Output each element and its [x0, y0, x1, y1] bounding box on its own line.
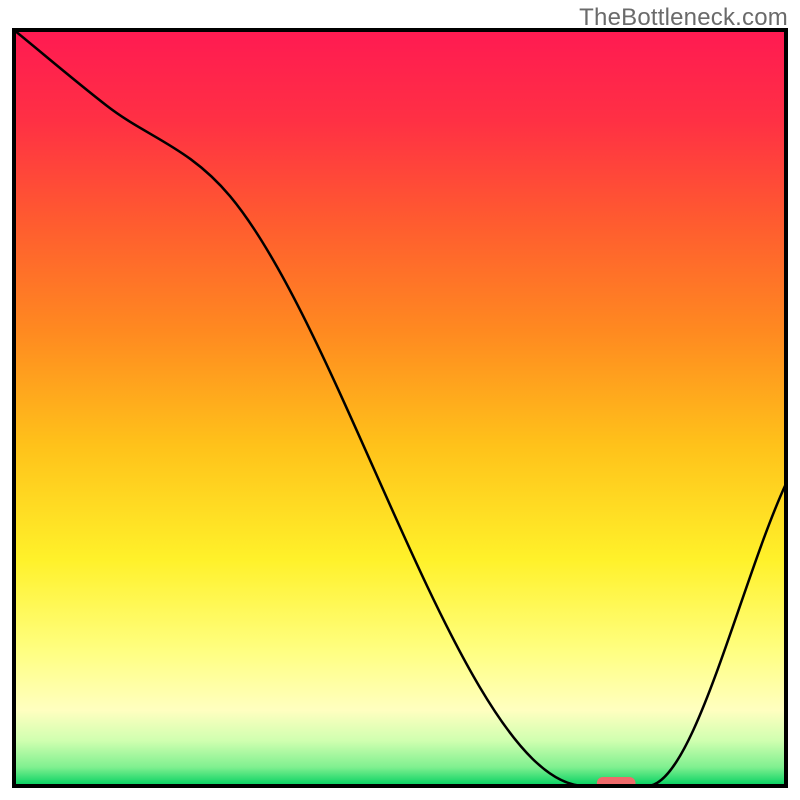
bottleneck-chart — [0, 0, 800, 800]
chart-container: TheBottleneck.com — [0, 0, 800, 800]
watermark-text: TheBottleneck.com — [579, 4, 788, 32]
chart-background — [14, 30, 786, 786]
